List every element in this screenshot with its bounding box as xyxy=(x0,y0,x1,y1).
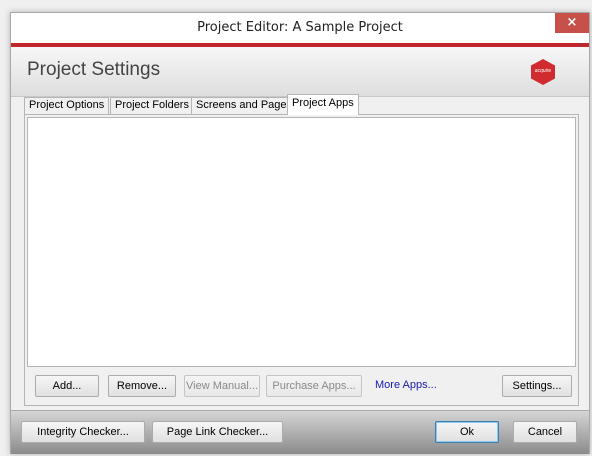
acquire-logo: acquire xyxy=(529,58,557,86)
project-editor-window: Project Editor: A Sample Project × Proje… xyxy=(10,12,590,454)
remove-button[interactable]: Remove... xyxy=(108,375,176,397)
close-icon: × xyxy=(566,15,578,30)
tab-screens-and-pages[interactable]: Screens and Pages xyxy=(191,97,298,114)
window-title: Project Editor: A Sample Project xyxy=(197,20,403,35)
tab-project-folders[interactable]: Project Folders xyxy=(110,97,194,114)
close-button[interactable]: × xyxy=(555,13,589,33)
integrity-checker-button[interactable]: Integrity Checker... xyxy=(21,421,145,443)
more-apps-link[interactable]: More Apps... xyxy=(375,379,437,391)
project-apps-panel: Add... Remove... View Manual... Purchase… xyxy=(24,114,579,406)
cancel-button[interactable]: Cancel xyxy=(513,421,577,443)
dialog-footer: Integrity Checker... Page Link Checker..… xyxy=(11,410,589,454)
view-manual-button[interactable]: View Manual... xyxy=(184,375,260,397)
page-link-checker-button[interactable]: Page Link Checker... xyxy=(152,421,283,443)
ok-button[interactable]: Ok xyxy=(435,421,499,443)
page-title: Project Settings xyxy=(27,59,161,80)
logo-text: acquire xyxy=(534,68,552,74)
apps-list[interactable] xyxy=(27,117,576,367)
tab-project-apps[interactable]: Project Apps xyxy=(287,94,359,115)
settings-button[interactable]: Settings... xyxy=(502,375,572,397)
purchase-apps-button[interactable]: Purchase Apps... xyxy=(266,375,362,397)
title-bar: Project Editor: A Sample Project × xyxy=(11,13,589,43)
tab-project-options[interactable]: Project Options xyxy=(24,97,110,114)
settings-header: Project Settings acquire xyxy=(11,47,589,97)
add-button[interactable]: Add... xyxy=(35,375,99,397)
